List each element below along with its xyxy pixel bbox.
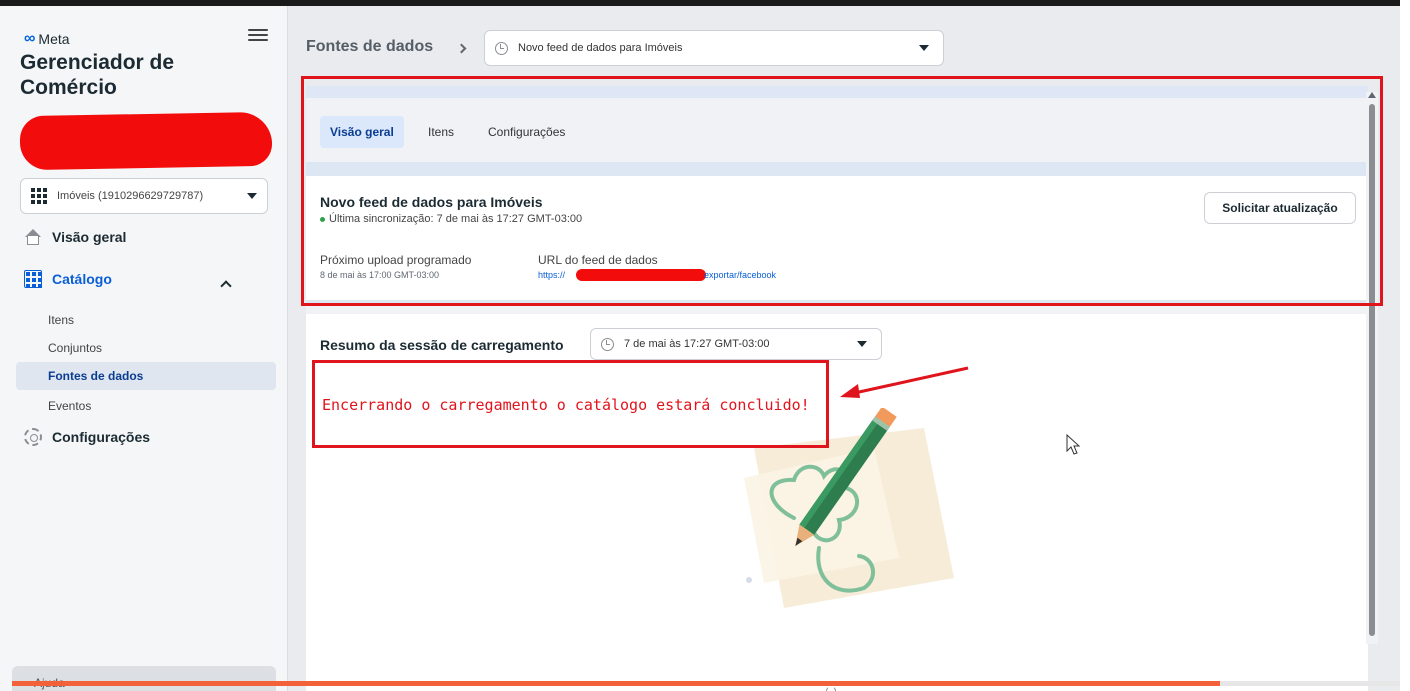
meta-infinity-icon: ∞: [24, 30, 36, 47]
chevron-right-icon: [456, 43, 467, 54]
redaction-mark: [19, 111, 273, 171]
loading-spinner-icon: [826, 686, 836, 691]
help-button[interactable]: Ajuda: [12, 666, 276, 691]
meta-logo: ∞ Meta: [24, 30, 70, 48]
sidebar-item-fontes-de-dados[interactable]: Fontes de dados: [16, 362, 276, 390]
catalog-select-label: Imóveis (1910296629729787): [57, 190, 204, 202]
session-summary-title: Resumo da sessão de carregamento: [320, 337, 564, 353]
chevron-up-icon[interactable]: [220, 280, 232, 292]
breadcrumb[interactable]: Fontes de dados: [306, 38, 433, 56]
highlight-box: [301, 76, 1383, 306]
nav-catalog[interactable]: Catálogo: [24, 270, 112, 288]
app-title: Gerenciador de Comércio: [20, 51, 175, 99]
gear-icon: [24, 428, 42, 446]
sidebar: ∞ Meta Gerenciador de Comércio Imóveis (…: [0, 6, 288, 691]
annotation-text: Encerrando o carregamento o catálogo est…: [322, 396, 810, 414]
caret-down-icon: [919, 45, 929, 51]
sidebar-item-itens[interactable]: Itens: [16, 306, 276, 334]
nav-overview[interactable]: Visão geral: [24, 228, 126, 246]
clock-icon: [495, 41, 508, 55]
sidebar-item-eventos[interactable]: Eventos: [16, 392, 276, 420]
video-progress-fill: [12, 681, 1220, 686]
catalog-icon: [24, 270, 42, 288]
catalog-grid-icon: [31, 188, 47, 204]
sidebar-item-conjuntos[interactable]: Conjuntos: [16, 334, 276, 362]
nav-settings-label: Configurações: [52, 429, 151, 445]
catalog-select[interactable]: Imóveis (1910296629729787): [20, 178, 268, 214]
annotation-arrow-icon: [840, 366, 969, 398]
window-right-border: [1400, 0, 1410, 691]
feed-select-label: Novo feed de dados para Imóveis: [518, 42, 683, 54]
nav-overview-label: Visão geral: [52, 229, 127, 245]
page-header: Fontes de dados Novo feed de dados para …: [288, 6, 1400, 72]
video-progress-bar[interactable]: [12, 681, 1400, 686]
hamburger-menu-icon[interactable]: [248, 26, 268, 44]
session-select[interactable]: 7 de mai às 17:27 GMT-03:00: [590, 328, 882, 360]
meta-brand-text: Meta: [38, 31, 70, 47]
mouse-cursor-icon: [1066, 434, 1080, 455]
clock-icon: [601, 337, 614, 351]
nav-catalog-label: Catálogo: [52, 271, 112, 287]
app-frame: ∞ Meta Gerenciador de Comércio Imóveis (…: [0, 6, 1400, 691]
session-select-label: 7 de mai às 17:27 GMT-03:00: [624, 338, 770, 350]
house-icon: [24, 228, 42, 246]
caret-down-icon: [247, 193, 257, 199]
feed-select[interactable]: Novo feed de dados para Imóveis: [484, 30, 944, 66]
caret-down-icon: [857, 341, 867, 347]
nav-settings[interactable]: Configurações: [24, 428, 150, 446]
